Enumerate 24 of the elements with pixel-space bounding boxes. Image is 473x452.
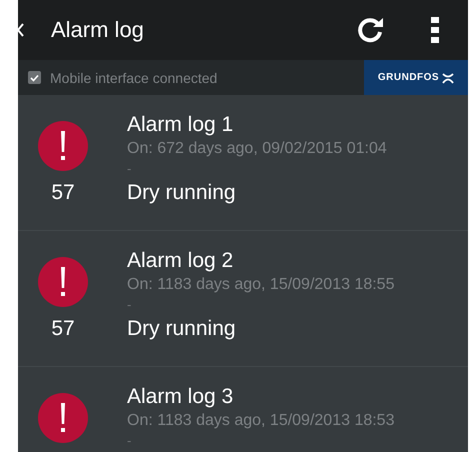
alarm-code: 57 xyxy=(51,317,75,341)
alarm-item[interactable]: 57 Alarm log 2 On: 1183 days ago, 15/09/2013 18:55 - Dry running xyxy=(18,231,468,367)
alarm-title: Alarm log 2 xyxy=(127,248,234,274)
alarm-item[interactable]: 57 Alarm log 1 On: 672 days ago, 09/02/2015 01:04 - Dry running xyxy=(18,95,468,231)
alarm-message: Dry running xyxy=(127,180,237,206)
alarm-code: 57 xyxy=(51,181,75,205)
brand-logo: GRUNDFOS xyxy=(364,60,468,95)
connection-status: Mobile interface connected xyxy=(50,70,218,86)
alert-icon xyxy=(38,121,88,171)
alert-icon xyxy=(38,393,88,443)
back-icon[interactable] xyxy=(18,22,24,38)
alarm-message: Dry running xyxy=(127,316,237,342)
alarm-title: Alarm log 3 xyxy=(127,384,234,410)
alarm-item[interactable]: Alarm log 3 On: 1183 days ago, 15/09/2013 18:53 - xyxy=(18,367,468,452)
alarm-separator: - xyxy=(127,432,132,450)
screen-title: Alarm log xyxy=(51,17,145,43)
alarm-separator: - xyxy=(127,160,132,178)
alarm-time: On: 1183 days ago, 15/09/2013 18:53 xyxy=(127,411,394,431)
connected-checkbox[interactable] xyxy=(28,71,41,84)
alarm-time: On: 1183 days ago, 15/09/2013 18:55 xyxy=(127,275,394,295)
alert-icon xyxy=(38,257,88,307)
alarm-title: Alarm log 1 xyxy=(127,112,234,138)
alarm-time: On: 672 days ago, 09/02/2015 01:04 xyxy=(127,139,387,159)
alarm-separator: - xyxy=(127,296,132,314)
